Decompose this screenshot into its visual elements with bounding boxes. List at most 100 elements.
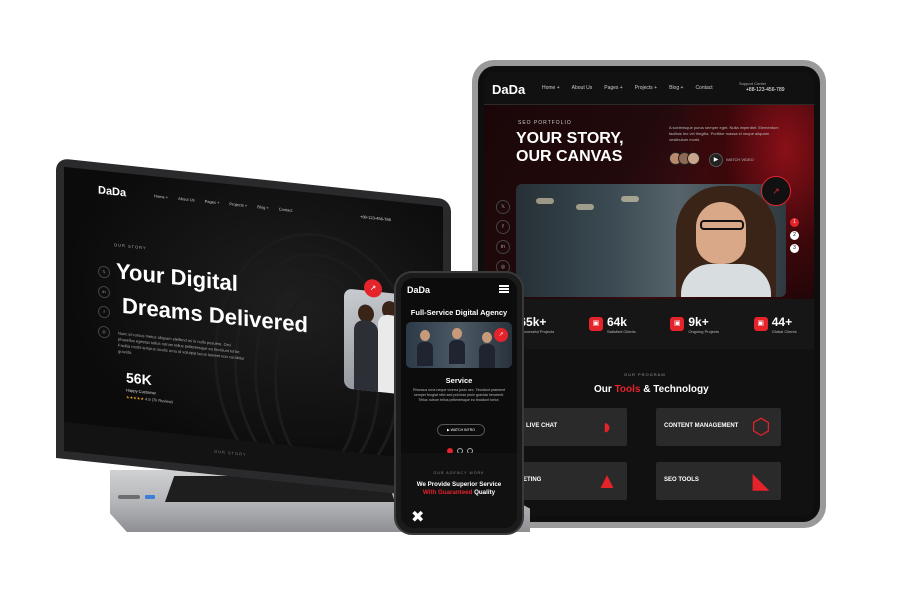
linkedin-icon[interactable]: in [496,240,510,254]
stat-label: Global Clients [771,328,797,334]
pager-dot-1[interactable]: 1 [790,218,799,227]
tablet-screen: DaDa Home + About Us Pages + Projects + … [484,72,814,516]
tablet-logo[interactable]: DaDa [492,82,525,97]
stat-item: ▣ 64k Satisfied Clients [588,314,636,334]
stat-label: Successful Projects [519,328,555,334]
highlight-text: With Guaranteed [422,489,473,496]
laptop-social-links: 𝕏 in f ◎ [98,265,110,346]
laptop-port [118,495,140,499]
tablet-nav-blog[interactable]: Blog + [669,85,683,91]
clients-icon: ▣ [588,317,603,331]
tablet-nav-about[interactable]: About Us [572,85,593,91]
marketing-icon: ▲ [596,468,618,493]
pager-dot-2[interactable]: 2 [790,231,799,240]
tablet-support-label: Support Center [739,81,767,86]
phone-arrow-badge-icon[interactable]: ↗ [494,328,508,342]
instagram-icon[interactable]: ◎ [98,325,110,339]
title-part: Our [594,384,615,395]
person-body [417,342,433,366]
watch-label: WATCH INTRO [450,428,475,432]
tablet-hero-paragraph: A scelerisque purus semper eget. Nulla i… [669,125,779,142]
stat-value: 65k+ [519,314,547,329]
hamburger-menu-icon[interactable] [499,285,509,293]
phone-agency-line-1: We Provide Superior Service [416,481,502,488]
person-head [452,328,462,339]
tablet-stats-bar: ▣ 65k+Successful Projects ▣ 64kSatisfied… [484,299,814,349]
tablet-hero-headline: YOUR STORY, OUR CANVAS [516,130,666,166]
tablet-play-button[interactable]: ▶ [709,153,723,167]
service-card-seo-tools[interactable]: SEO TOOLS ◣ [656,462,781,500]
ongoing-icon: ▣ [670,317,685,331]
facebook-icon[interactable]: f [496,220,510,234]
x-icon[interactable]: 𝕏 [98,265,110,279]
tablet-phone-number[interactable]: +88-123-456-789 [746,87,785,93]
x-icon[interactable]: 𝕏 [496,200,510,214]
person-body [354,319,378,392]
global-icon: ▣ [753,317,768,331]
avatar [687,152,700,165]
office-light [621,196,639,202]
tablet-social-links: 𝕏 f in ◎ [496,200,510,280]
tablet-hero-kicker: SEO PORTFOLIO [518,120,572,126]
tablet-services-title: Our Tools & Technology [594,384,709,395]
tablet-nav: Home + About Us Pages + Projects + Blog … [542,85,713,91]
laptop-stat-value: 56K [126,369,152,389]
phone-service-paragraph: Rhoncus urna neque viverra justo nec. Ti… [413,388,505,402]
tablet-nav-contact[interactable]: Contact [695,85,712,91]
person-body [449,340,465,364]
person-body [479,344,495,368]
phone-agency-kicker: OUR AGENCY WORK [433,471,485,475]
woman-body [681,264,771,297]
tablet-device: DaDa Home + About Us Pages + Projects + … [472,60,826,528]
service-label: CONTENT MANAGEMENT [664,423,739,429]
tablet-slider-pager: 1 2 3 [790,218,799,257]
phone-watch-intro-button[interactable]: ▶ WATCH INTRO [437,424,485,436]
seo-icon: ◣ [752,468,770,493]
tablet-rotating-badge-icon[interactable]: ↗ [761,176,791,206]
phone-feature-icon: ✖ [411,509,425,526]
stat-item: ▣ 9k+ Ongoing Projects [670,315,719,334]
linkedin-icon[interactable]: in [98,285,110,299]
tablet-headline-line-1: YOUR STORY, [516,130,624,147]
phone-device: DaDa Full-Service Digital Agency ↗ Servi… [394,271,524,535]
cube-icon: ⬡ [751,414,771,439]
pager-dot-3[interactable]: 3 [790,244,799,253]
phone-logo[interactable]: DaDa [407,285,430,295]
title-part: & Technology [640,384,709,395]
line-text: Quality [472,489,496,496]
tablet-nav-projects[interactable]: Projects + [635,85,657,91]
phone-agency-line-2: With Guaranteed Quality [401,489,517,497]
woman-face [696,202,746,264]
tablet-hero-photo [516,184,786,297]
phone-service-heading: Service [445,376,473,385]
phone-screen: DaDa Full-Service Digital Agency ↗ Servi… [401,278,517,528]
service-label: SEO TOOLS [664,477,699,483]
title-highlight: Tools [614,384,641,395]
facebook-icon[interactable]: f [98,305,110,319]
stat-value: 64k [606,314,627,329]
stat-label: Ongoing Projects [688,328,720,334]
stat-value: 9k+ [688,314,709,329]
office-light [536,198,554,204]
laptop-screen: DaDa Home + About Us Pages + Projects + … [64,166,443,491]
stat-item: ▣ 44+ Global Clients [753,314,797,334]
tablet-nav-pages[interactable]: Pages + [604,85,623,91]
stat-value: 44+ [771,314,793,329]
phone-hero-title: Full-Service Digital Agency [410,308,508,317]
service-card-content-management[interactable]: CONTENT MANAGEMENT ⬡ [656,408,781,446]
person-head [482,332,492,343]
person-head [420,330,430,341]
chat-icon: ◗ [600,414,614,439]
tablet-header-divider [484,104,814,105]
office-light [576,204,594,210]
tablet-nav-home[interactable]: Home + [542,85,560,91]
tablet-services-kicker: OUR PROGRAM [624,372,666,377]
laptop-nav-blog[interactable]: Blog + [257,204,268,210]
laptop-lid: DaDa Home + About Us Pages + Projects + … [56,158,451,500]
laptop-usb-port [145,495,155,499]
tablet-avatar-group [669,152,700,170]
tablet-watch-label[interactable]: WATCH VIDEO [726,157,754,162]
glasses [700,220,744,230]
stat-label: Satisfied Clients [606,328,636,334]
tablet-headline-line-2: OUR CANVAS [516,148,623,165]
